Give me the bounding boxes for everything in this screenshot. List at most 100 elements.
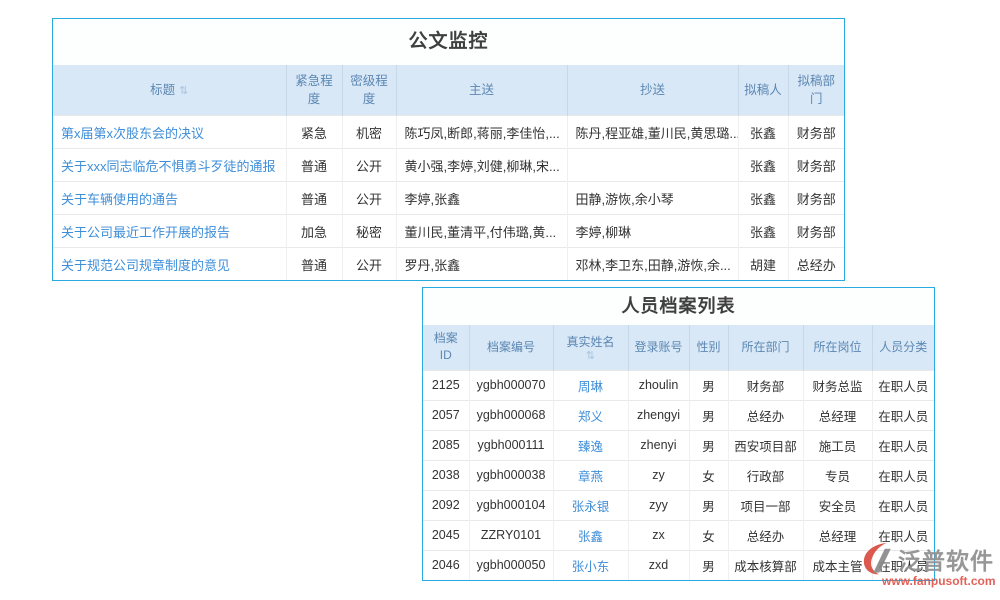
column-header-file_no: 档案编号: [469, 325, 553, 370]
column-label: 人员分类: [879, 340, 927, 354]
table-row: 2038ygbh000038章燕zy女行政部专员在职人员: [423, 460, 934, 490]
column-header-real_name[interactable]: 真实姓名 ⇅: [553, 325, 628, 370]
column-header-drafter: 拟稿人: [738, 65, 788, 116]
cell-post: 施工员: [803, 430, 872, 460]
column-label: 标题: [150, 83, 175, 97]
column-header-title[interactable]: 标题 ⇅: [53, 65, 286, 116]
cell-gender: 男: [689, 370, 728, 400]
personnel-title: 人员档案列表: [423, 288, 934, 325]
cell-gender: 男: [689, 490, 728, 520]
cell-real_name[interactable]: 周琳: [553, 370, 628, 400]
column-label: 拟稿部门: [797, 74, 835, 106]
cell-post: 总经理: [803, 520, 872, 550]
cell-file_id: 2125: [423, 370, 469, 400]
cell-file_id: 2092: [423, 490, 469, 520]
cell-category: 在职人员: [872, 460, 934, 490]
cell-cc: [567, 149, 738, 182]
cell-main_to: 董川民,董清平,付伟璐,黄...: [396, 215, 567, 248]
cell-drafter: 张鑫: [738, 215, 788, 248]
cell-file_id: 2038: [423, 460, 469, 490]
column-label: 档案ID: [434, 331, 458, 362]
cell-real_name[interactable]: 臻逸: [553, 430, 628, 460]
cell-post: 成本主管: [803, 550, 872, 580]
cell-post: 安全员: [803, 490, 872, 520]
cell-login: zxd: [628, 550, 689, 580]
column-header-gender: 性别: [689, 325, 728, 370]
personnel-table: 档案ID 档案编号真实姓名 ⇅ 登录账号性别 所在部门所在岗位人员分类 2125ygbh0…: [423, 325, 934, 580]
cell-real_name[interactable]: 张鑫: [553, 520, 628, 550]
column-label: 主送: [469, 83, 494, 97]
cell-draft_dept: 财务部: [788, 149, 844, 182]
cell-post: 总经理: [803, 400, 872, 430]
cell-gender: 男: [689, 430, 728, 460]
cell-secrecy: 公开: [342, 248, 396, 281]
table-row: 2092ygbh000104张永银zyy男项目一部安全员在职人员: [423, 490, 934, 520]
sort-icon[interactable]: ⇅: [560, 351, 622, 361]
table-row: 关于xxx同志临危不惧勇斗歹徒的通报普通公开黄小强,李婷,刘健,柳琳,宋...张…: [53, 149, 844, 182]
table-row: 关于规范公司规章制度的意见普通公开罗丹,张鑫邓林,李卫东,田静,游恢,余...胡…: [53, 248, 844, 281]
cell-gender: 女: [689, 520, 728, 550]
cell-drafter: 张鑫: [738, 149, 788, 182]
table-row: 第x届第x次股东会的决议紧急机密陈巧凤,断郎,蒋丽,李佳怡,...陈丹,程亚雄,…: [53, 116, 844, 149]
cell-title[interactable]: 关于规范公司规章制度的意见: [53, 248, 286, 281]
screen: 公文监控 标题⇅紧急程度密级程度主送抄送拟稿人拟稿部门第x届第x次股东会的决议紧…: [0, 0, 1000, 600]
cell-dept: 财务部: [728, 370, 803, 400]
cell-urgency: 加急: [286, 215, 342, 248]
column-header-category: 人员分类: [872, 325, 934, 370]
cell-file_id: 2057: [423, 400, 469, 430]
cell-file_no: ZZRY0101: [469, 520, 553, 550]
cell-file_no: ygbh000068: [469, 400, 553, 430]
doc-monitor-panel: 公文监控 标题⇅紧急程度密级程度主送抄送拟稿人拟稿部门第x届第x次股东会的决议紧…: [52, 18, 845, 281]
cell-secrecy: 公开: [342, 182, 396, 215]
doc-monitor-table: 标题⇅紧急程度密级程度主送抄送拟稿人拟稿部门第x届第x次股东会的决议紧急机密陈巧…: [53, 65, 844, 280]
table-row: 2046ygbh000050张小东zxd男成本核算部成本主管在职人员: [423, 550, 934, 580]
cell-draft_dept: 总经办: [788, 248, 844, 281]
cell-real_name[interactable]: 张小东: [553, 550, 628, 580]
cell-dept: 成本核算部: [728, 550, 803, 580]
column-header-secrecy: 密级程度: [342, 65, 396, 116]
cell-login: zhoulin: [628, 370, 689, 400]
cell-cc: 田静,游恢,余小琴: [567, 182, 738, 215]
cell-title[interactable]: 关于车辆使用的通告: [53, 182, 286, 215]
column-header-urgency: 紧急程度: [286, 65, 342, 116]
table-row: 2085ygbh000111臻逸zhenyi男西安项目部施工员在职人员: [423, 430, 934, 460]
cell-login: zhengyi: [628, 400, 689, 430]
cell-dept: 西安项目部: [728, 430, 803, 460]
cell-main_to: 陈巧凤,断郎,蒋丽,李佳怡,...: [396, 116, 567, 149]
sort-icon[interactable]: ⇅: [179, 85, 188, 97]
cell-dept: 项目一部: [728, 490, 803, 520]
cell-drafter: 张鑫: [738, 182, 788, 215]
cell-file_id: 2046: [423, 550, 469, 580]
cell-real_name[interactable]: 章燕: [553, 460, 628, 490]
cell-file_no: ygbh000070: [469, 370, 553, 400]
cell-login: zyy: [628, 490, 689, 520]
cell-title[interactable]: 关于公司最近工作开展的报告: [53, 215, 286, 248]
personnel-panel: 人员档案列表 档案ID 档案编号真实姓名 ⇅ 登录账号性别 所在部门所在岗位人员分类 21…: [422, 287, 935, 581]
cell-urgency: 紧急: [286, 116, 342, 149]
table-row: 2057ygbh000068郑义zhengyi男总经办总经理在职人员: [423, 400, 934, 430]
cell-urgency: 普通: [286, 248, 342, 281]
column-label: 性别: [696, 340, 720, 354]
cell-category: 在职人员: [872, 550, 934, 580]
cell-draft_dept: 财务部: [788, 116, 844, 149]
column-header-post: 所在岗位: [803, 325, 872, 370]
cell-title[interactable]: 第x届第x次股东会的决议: [53, 116, 286, 149]
cell-urgency: 普通: [286, 149, 342, 182]
cell-urgency: 普通: [286, 182, 342, 215]
column-label: 所在部门: [741, 340, 789, 354]
cell-drafter: 胡建: [738, 248, 788, 281]
cell-real_name[interactable]: 郑义: [553, 400, 628, 430]
cell-login: zhenyi: [628, 430, 689, 460]
cell-title[interactable]: 关于xxx同志临危不惧勇斗歹徒的通报: [53, 149, 286, 182]
column-label: 真实姓名: [566, 335, 614, 349]
table-row: 关于公司最近工作开展的报告加急秘密董川民,董清平,付伟璐,黄...李婷,柳琳张鑫…: [53, 215, 844, 248]
cell-gender: 女: [689, 460, 728, 490]
cell-category: 在职人员: [872, 490, 934, 520]
cell-real_name[interactable]: 张永银: [553, 490, 628, 520]
header-row: 档案ID 档案编号真实姓名 ⇅ 登录账号性别 所在部门所在岗位人员分类: [423, 325, 934, 370]
table-row: 关于车辆使用的通告普通公开李婷,张鑫田静,游恢,余小琴张鑫财务部: [53, 182, 844, 215]
column-label: 拟稿人: [744, 83, 782, 97]
column-header-login: 登录账号: [628, 325, 689, 370]
cell-login: zy: [628, 460, 689, 490]
cell-login: zx: [628, 520, 689, 550]
